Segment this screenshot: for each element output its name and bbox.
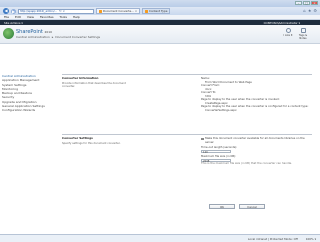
form-content: Converter Information Provide informatio… [62,74,312,204]
page-title: Document Converter Settings [55,35,101,39]
tags-notes-button[interactable]: Tags & Notes [298,28,308,40]
sharepoint-logo-icon [3,28,14,39]
close-button[interactable]: × [311,1,318,5]
menu-help[interactable]: Help [73,15,80,19]
converter-settings-section: Converter Settings Specify settings for … [62,134,312,204]
zoom-level[interactable]: 100% ▾ [306,237,316,241]
max-size-note: This is the maximum file size (in KB) th… [201,161,292,165]
max-size-label: Maximum file size (in KB): [201,154,237,158]
address-bar[interactable]: http://spapp:2010/_admin/... ↻ × [18,8,94,14]
menu-edit[interactable]: Edit [15,15,21,19]
security-zone: Local intranet | Protected Mode: Off [247,236,298,241]
favorites-icon[interactable]: ★ [308,8,312,13]
i-like-it-button[interactable]: I Like It [283,28,293,40]
user-menu[interactable]: CONTOSO\Administrator ▾ [264,21,300,25]
browser-navbar: ◀ ▶ http://spapp:2010/_admin/... ↻ × Doc… [0,7,320,15]
available-all-row: Make this document converter available f… [201,136,311,144]
converter-information-section: Converter Information Provide informatio… [62,74,312,134]
thumbs-up-icon [285,28,291,33]
breadcrumb-home[interactable]: Central Administration [16,35,50,39]
refresh-icon[interactable]: ↻ [59,9,62,13]
converter-info-fields: Name: From Word Document to Web Page Con… [201,76,311,112]
menu-view[interactable]: View [27,15,34,19]
menu-favorites[interactable]: Favorites [40,15,54,19]
configure-page-value: ConverterSettings.aspx [205,107,237,112]
menu-tools[interactable]: Tools [60,15,67,19]
window-titlebar: – □ × [0,0,320,7]
stop-icon[interactable]: × [62,9,65,13]
browser-statusbar: Local intranet | Protected Mode: Off 100… [0,234,320,242]
tags-notes-label: Tags & Notes [298,34,308,40]
address-text: http://spapp:2010/_admin/... [20,9,57,13]
ok-button[interactable]: OK [209,204,235,209]
section-description: Specify settings for this document conve… [62,142,121,145]
tab-label: Content Type [149,9,168,13]
tab-document-converter[interactable]: Document Converte... × [96,8,141,14]
sharepoint-header: SharePoint 2010 Central Administration ▸… [0,25,320,44]
breadcrumb-separator: ▸ [51,35,54,39]
cancel-button[interactable]: Cancel [239,204,265,209]
tab-content-type[interactable]: Content Type [142,8,171,14]
sharepoint-tab-icon [99,9,102,13]
tab-label: Document Converte... [103,9,134,13]
close-tab-icon[interactable]: × [135,10,137,13]
available-all-checkbox[interactable] [201,137,204,141]
sharepoint-tab-icon [145,9,149,13]
breadcrumb: Central Administration ▸ Document Conver… [16,35,100,39]
note-icon [300,28,306,33]
form-actions: OK Cancel [209,204,265,209]
maximize-button[interactable]: □ [303,1,310,5]
forward-icon[interactable]: ▶ [11,8,16,14]
page-body: Central Administration Application Manag… [0,44,320,234]
converter-settings-fields: Make this document converter available f… [201,136,311,166]
available-all-label: Make this document converter available f… [205,136,305,144]
site-actions-menu[interactable]: Site Actions ▾ [4,21,23,25]
minimize-button[interactable]: – [295,1,302,5]
nav-configuration-wizards[interactable]: Configuration Wizards [2,108,50,112]
back-icon[interactable]: ◀ [3,8,9,14]
home-icon[interactable]: ⌂ [303,8,306,13]
brand-version: 2010 [44,30,53,34]
left-navigation: Central Administration Application Manag… [2,74,50,113]
i-like-it-label: I Like It [283,34,293,37]
section-description: Provide information that describes the d… [62,82,126,89]
gear-icon[interactable]: ⚙ [313,8,317,13]
menu-file[interactable]: File [4,15,9,19]
timeout-label: Time-out length (seconds): [201,145,238,149]
browser-toolbar-icons: ⌂ ★ ⚙ [303,8,317,13]
